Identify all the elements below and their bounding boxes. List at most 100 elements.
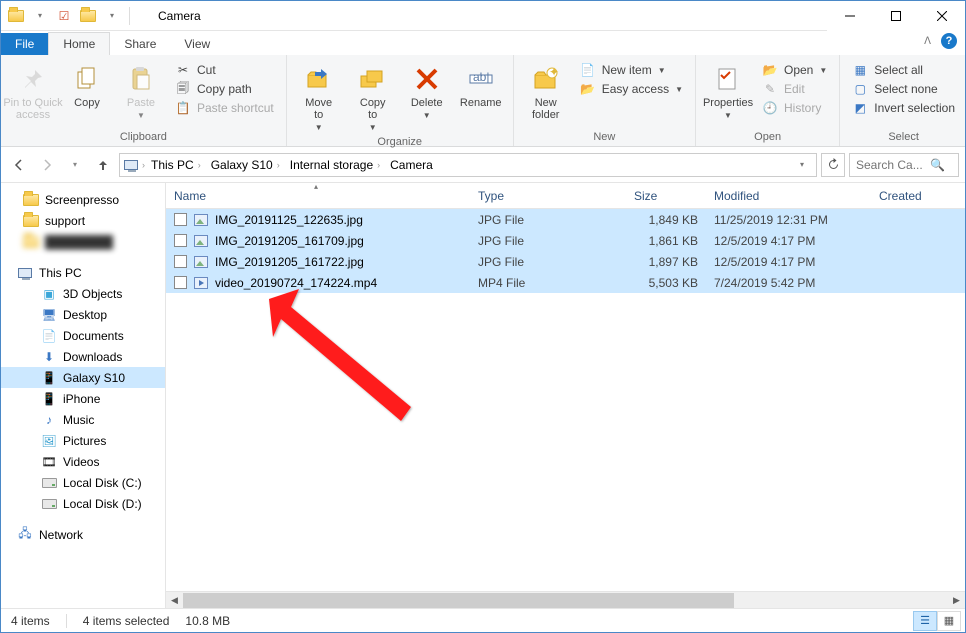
qat-properties-icon[interactable]: ☑ (53, 5, 75, 27)
file-modified: 7/24/2019 5:42 PM (706, 276, 871, 290)
nav-item-downloads[interactable]: ⬇Downloads (1, 346, 165, 367)
table-row[interactable]: video_20190724_174224.mp4MP4 File5,503 K… (166, 272, 965, 293)
nav-item-this-pc[interactable]: This PC (1, 262, 165, 283)
edit-button[interactable]: ✎Edit (758, 80, 831, 98)
rename-button[interactable]: ab| Rename (455, 61, 507, 111)
new-folder-button[interactable]: ✦ New folder (520, 61, 572, 123)
column-header-created[interactable]: Created (871, 183, 965, 208)
checkbox[interactable] (174, 213, 187, 226)
history-icon: 🕘 (762, 100, 778, 116)
forward-button[interactable] (35, 153, 59, 177)
properties-button[interactable]: Properties▼ (702, 61, 754, 122)
nav-item-local-disk-d[interactable]: Local Disk (D:) (1, 493, 165, 514)
history-button[interactable]: 🕘History (758, 99, 831, 117)
details-view-button[interactable]: ☰ (913, 611, 937, 631)
move-to-button[interactable]: Move to▼ (293, 61, 345, 134)
collapse-ribbon-icon[interactable]: ᐱ (924, 36, 931, 47)
select-all-button[interactable]: ▦Select all (848, 61, 959, 79)
sort-indicator-icon: ▴ (314, 182, 318, 191)
open-button[interactable]: 📂Open ▼ (758, 61, 831, 79)
recent-locations-button[interactable]: ▾ (63, 153, 87, 177)
paste-button[interactable]: Paste ▼ (115, 61, 167, 122)
nav-item-music[interactable]: ♪Music (1, 409, 165, 430)
nav-item-support[interactable]: support (1, 210, 165, 231)
checkbox[interactable] (174, 255, 187, 268)
documents-icon: 📄 (41, 328, 57, 344)
address-bar[interactable]: › This PC› Galaxy S10› Internal storage›… (119, 153, 817, 177)
delete-button[interactable]: Delete▼ (401, 61, 453, 122)
tab-file[interactable]: File (1, 33, 48, 55)
nav-item-screenpresso[interactable]: Screenpresso (1, 189, 165, 210)
checkbox[interactable] (174, 276, 187, 289)
scroll-right-button[interactable]: ▶ (948, 592, 965, 609)
tab-share[interactable]: Share (110, 33, 170, 55)
checkbox[interactable] (174, 234, 187, 247)
column-header-size[interactable]: Size (626, 183, 706, 208)
horizontal-scrollbar[interactable]: ◀ ▶ (166, 591, 965, 608)
help-icon[interactable]: ? (941, 33, 957, 49)
up-button[interactable] (91, 153, 115, 177)
back-button[interactable] (7, 153, 31, 177)
tab-view[interactable]: View (170, 33, 224, 55)
search-box[interactable]: 🔍 (849, 153, 959, 177)
copy-button[interactable]: Copy (61, 61, 113, 111)
easy-access-button[interactable]: 📂Easy access ▼ (576, 80, 687, 98)
tab-home[interactable]: Home (48, 32, 110, 55)
cut-icon: ✂ (175, 62, 191, 78)
breadcrumb[interactable]: Camera (386, 158, 437, 172)
breadcrumb[interactable]: This PC› (147, 158, 205, 172)
nav-item-videos[interactable]: 🎞Videos (1, 451, 165, 472)
file-list-pane: ▴ Name Type Size Modified Created IMG_20… (166, 183, 965, 608)
nav-item-local-disk-c[interactable]: Local Disk (C:) (1, 472, 165, 493)
nav-item-documents[interactable]: 📄Documents (1, 325, 165, 346)
qat-newfolder-icon[interactable] (77, 5, 99, 27)
address-dropdown[interactable]: ▾ (790, 153, 814, 177)
column-header-type[interactable]: Type (470, 183, 626, 208)
file-type: JPG File (470, 255, 626, 269)
table-row[interactable]: IMG_20191125_122635.jpgJPG File1,849 KB1… (166, 209, 965, 230)
scrollbar-thumb[interactable] (183, 593, 734, 608)
copy-path-button[interactable]: 🗐Copy path (171, 80, 278, 98)
refresh-button[interactable] (821, 153, 845, 177)
qat-caret[interactable]: ▾ (101, 5, 123, 27)
ribbon-group-organize: Move to▼ Copy to▼ Delete▼ ab| Rename Org… (287, 55, 514, 146)
nav-item-blurred[interactable]: ████████ (1, 231, 165, 252)
nav-item-iphone[interactable]: 📱iPhone (1, 388, 165, 409)
cut-button[interactable]: ✂Cut (171, 61, 278, 79)
window-controls (827, 1, 965, 31)
nav-item-pictures[interactable]: 🖼Pictures (1, 430, 165, 451)
nav-item-network[interactable]: 🖧Network (1, 524, 165, 545)
nav-item-desktop[interactable]: 🖥Desktop (1, 304, 165, 325)
table-row[interactable]: IMG_20191205_161709.jpgJPG File1,861 KB1… (166, 230, 965, 251)
maximize-button[interactable] (873, 1, 919, 31)
copy-to-button[interactable]: Copy to▼ (347, 61, 399, 134)
thumbnails-view-button[interactable]: ▦ (937, 611, 961, 631)
breadcrumb[interactable]: Galaxy S10› (207, 158, 284, 172)
breadcrumb[interactable]: Internal storage› (286, 158, 384, 172)
downloads-icon: ⬇ (41, 349, 57, 365)
chevron-right-icon[interactable]: › (142, 160, 145, 170)
paste-shortcut-button[interactable]: 📋Paste shortcut (171, 99, 278, 117)
copy-path-icon: 🗐 (175, 81, 191, 97)
scroll-left-button[interactable]: ◀ (166, 592, 183, 609)
ribbon-group-open: Properties▼ 📂Open ▼ ✎Edit 🕘History Open (696, 55, 840, 146)
file-list[interactable]: IMG_20191125_122635.jpgJPG File1,849 KB1… (166, 209, 965, 591)
table-row[interactable]: IMG_20191205_161722.jpgJPG File1,897 KB1… (166, 251, 965, 272)
scrollbar-track[interactable] (183, 592, 948, 609)
new-item-button[interactable]: 📄New item ▼ (576, 61, 687, 79)
minimize-button[interactable] (827, 1, 873, 31)
file-name: IMG_20191205_161709.jpg (215, 234, 364, 248)
close-button[interactable] (919, 1, 965, 31)
navigation-pane[interactable]: Screenpresso support ████████ This PC ▣3… (1, 183, 166, 608)
easy-access-icon: 📂 (580, 81, 596, 97)
nav-item-3d-objects[interactable]: ▣3D Objects (1, 283, 165, 304)
select-none-button[interactable]: ▢Select none (848, 80, 959, 98)
new-folder-icon: ✦ (530, 63, 562, 95)
qat-dropdown[interactable]: ▾ (29, 5, 51, 27)
search-input[interactable] (856, 158, 926, 172)
invert-selection-button[interactable]: ◩Invert selection (848, 99, 959, 117)
column-header-modified[interactable]: Modified (706, 183, 871, 208)
pin-to-quick-access-button[interactable]: Pin to Quick access (7, 61, 59, 123)
drive-icon (41, 496, 57, 512)
nav-item-galaxy-s10[interactable]: 📱Galaxy S10 (1, 367, 165, 388)
